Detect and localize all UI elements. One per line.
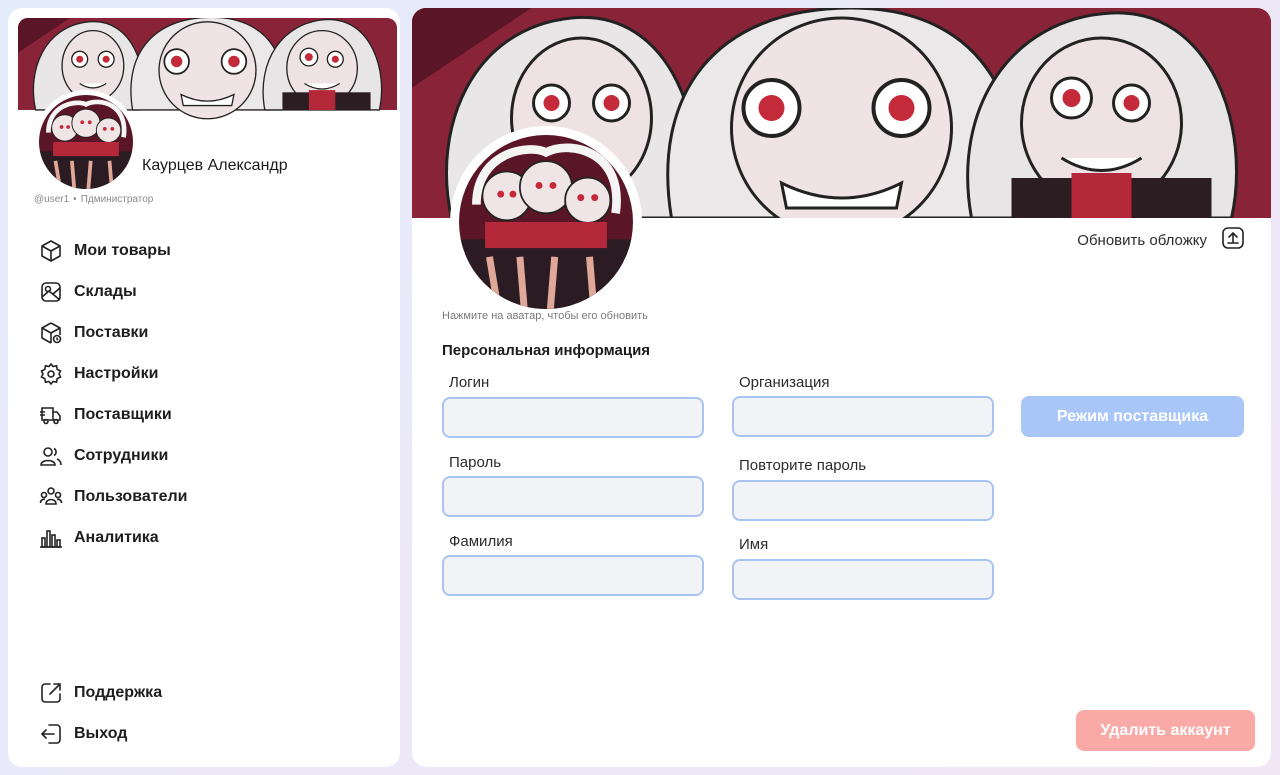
first-name-label: Имя: [739, 536, 769, 553]
user-group-icon: [38, 484, 64, 510]
login-field[interactable]: [442, 397, 704, 438]
gear-icon: [38, 361, 64, 387]
profile-avatar[interactable]: [450, 126, 642, 318]
update-cover-button[interactable]: Обновить обложку: [1077, 226, 1245, 255]
separator-dot: •: [73, 194, 77, 205]
warehouse-map-icon: [38, 279, 64, 305]
sidebar-item-analytics[interactable]: Аналитика: [38, 517, 187, 558]
sidebar-item-users[interactable]: Пользователи: [38, 476, 187, 517]
password-label: Пароль: [449, 454, 502, 471]
sidebar-item-suppliers[interactable]: Поставщики: [38, 394, 187, 435]
sidebar-item-label: Аналитика: [74, 528, 159, 546]
first-name-field[interactable]: [732, 559, 994, 600]
sidebar-bottom-nav: Поддержка Выход: [38, 672, 162, 754]
sidebar: Каурцев Александр @user1 • Пдминистратор М…: [8, 8, 400, 767]
sidebar-item-support[interactable]: Поддержка: [38, 672, 162, 713]
user-role: Пдминистратор: [80, 194, 154, 205]
sidebar-item-label: Мои товары: [74, 241, 171, 259]
delivery-box-icon: [38, 320, 64, 346]
sidebar-item-warehouses[interactable]: Склады: [38, 271, 187, 312]
truck-icon: [38, 402, 64, 428]
section-title: Персональная информация: [442, 342, 651, 359]
organization-label: Организация: [739, 374, 830, 391]
password-repeat-field[interactable]: [732, 480, 994, 521]
last-name-label: Фамилия: [449, 533, 513, 550]
last-name-field[interactable]: [442, 555, 704, 596]
box-icon: [38, 238, 64, 264]
users-icon: [38, 443, 64, 469]
avatar-hint: Нажмите на аватар, чтобы его обновить: [442, 310, 648, 322]
organization-field[interactable]: [732, 396, 994, 437]
profile-panel: Обновить обложку Нажмите на аватар, чтоб…: [412, 8, 1271, 767]
sidebar-item-deliveries[interactable]: Поставки: [38, 312, 187, 353]
avatar[interactable]: [34, 90, 138, 194]
delete-account-button[interactable]: Удалить аккаунт: [1076, 710, 1255, 751]
logout-icon: [38, 721, 64, 747]
sidebar-item-label: Поддержка: [74, 683, 163, 701]
supplier-mode-button[interactable]: Режим поставщика: [1021, 396, 1244, 437]
sidebar-item-label: Склады: [74, 282, 137, 300]
sidebar-item-label: Поставки: [74, 323, 149, 341]
external-link-icon: [38, 680, 64, 706]
user-name: Каурцев Александр: [142, 157, 288, 174]
sidebar-item-label: Настройки: [74, 364, 159, 382]
sidebar-item-label: Пользователи: [74, 487, 188, 505]
sidebar-nav: Мои товары Склады Поставки Настройки Пос…: [38, 230, 187, 558]
login-label: Логин: [449, 374, 490, 391]
sidebar-item-label: Выход: [74, 724, 128, 742]
sidebar-item-label: Поставщики: [74, 405, 172, 423]
sidebar-item-settings[interactable]: Настройки: [38, 353, 187, 394]
update-cover-label: Обновить обложку: [1077, 232, 1207, 249]
password-repeat-label: Повторите пароль: [739, 457, 867, 474]
sidebar-item-logout[interactable]: Выход: [38, 713, 162, 754]
bar-chart-icon: [38, 525, 64, 551]
sidebar-item-label: Сотрудники: [74, 446, 169, 464]
user-login: @user1: [34, 194, 70, 205]
sidebar-item-my-products[interactable]: Мои товары: [38, 230, 187, 271]
sidebar-item-employees[interactable]: Сотрудники: [38, 435, 187, 476]
upload-icon: [1221, 226, 1245, 255]
user-meta: @user1 • Пдминистратор: [34, 194, 153, 205]
password-field[interactable]: [442, 476, 704, 517]
